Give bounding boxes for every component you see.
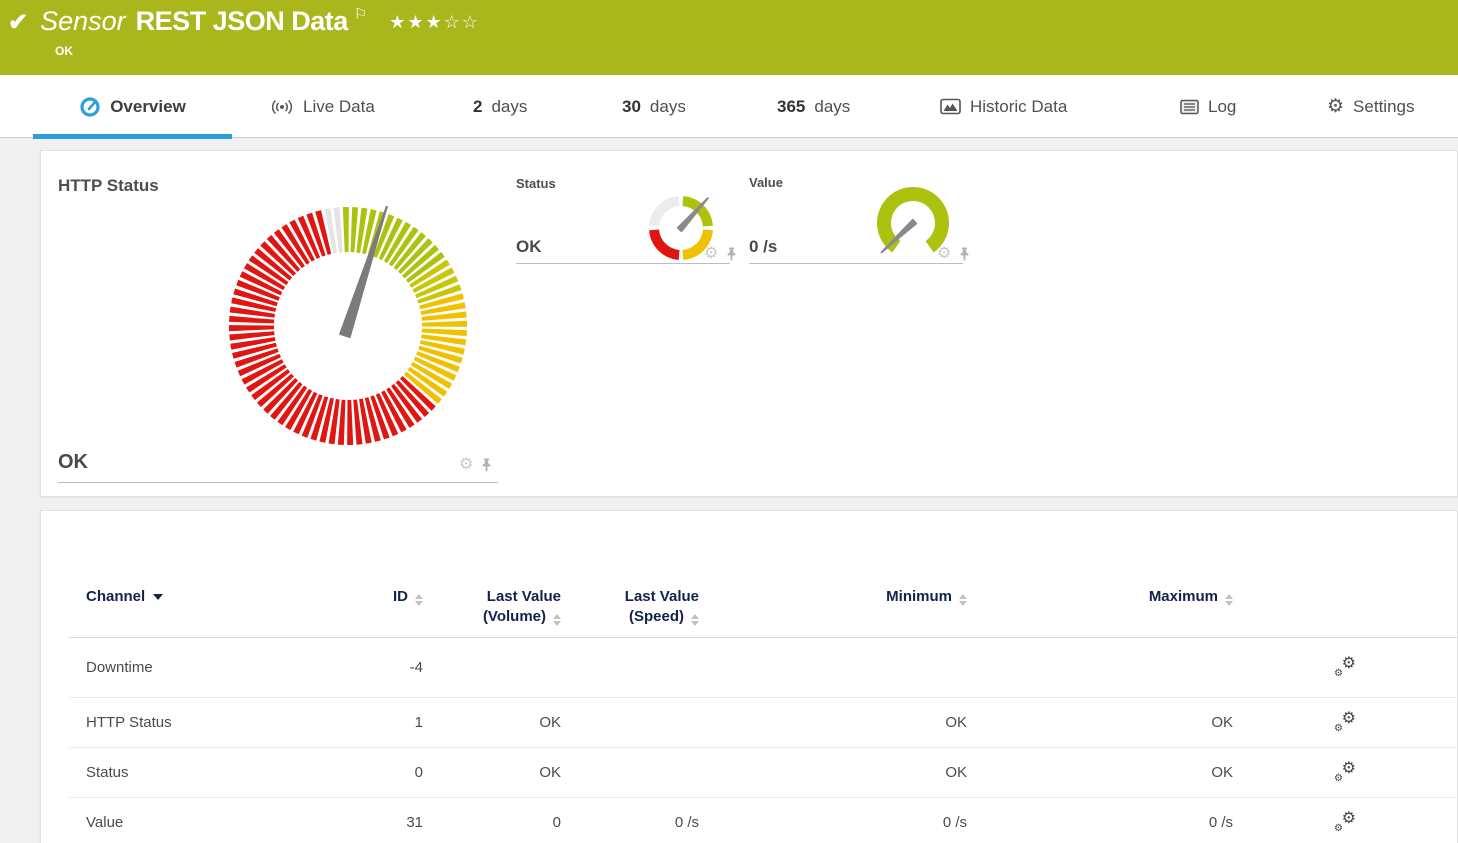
tab-historic-data-label: Historic Data xyxy=(970,96,1068,116)
channels-panel: Channel ID Last Value (Volume) Last Valu… xyxy=(40,510,1458,843)
sensor-header: ✔ Sensor REST JSON Data ⚐ ★★★☆☆ OK xyxy=(0,0,1458,75)
gear-icon: ⚙ xyxy=(1327,96,1345,117)
channel-settings-gears-icon[interactable]: ⚙ ⚙ xyxy=(1333,810,1357,834)
tab-overview[interactable]: Overview xyxy=(33,75,232,139)
column-header-last-value-volume[interactable]: Last Value (Volume) xyxy=(423,587,561,627)
table-row: Status 0 OK OK OK ⚙ ⚙ xyxy=(69,748,1457,798)
area-chart-icon xyxy=(940,98,961,115)
tab-historic-data[interactable]: Historic Data xyxy=(940,75,1067,138)
gear-icon[interactable]: ⚙ xyxy=(459,457,473,473)
status-title: Status xyxy=(516,176,556,191)
cell-last-volume: 0 xyxy=(552,814,561,831)
channel-settings-gears-icon[interactable]: ⚙ ⚙ xyxy=(1333,655,1357,679)
column-header-minimum[interactable]: Minimum xyxy=(699,587,967,607)
status-check-icon: ✔ xyxy=(8,9,29,36)
cell-id: 1 xyxy=(414,714,423,731)
cell-minimum: OK xyxy=(945,714,967,731)
channel-settings-gears-icon[interactable]: ⚙ ⚙ xyxy=(1333,760,1357,784)
cell-channel: HTTP Status xyxy=(86,714,172,731)
column-header-line1: Last Value xyxy=(486,588,561,605)
column-header-line1: Last Value xyxy=(624,588,699,605)
priority-stars[interactable]: ★★★☆☆ xyxy=(389,12,480,33)
tab-log-label: Log xyxy=(1208,96,1237,116)
tab-settings-label: Settings xyxy=(1353,96,1415,116)
column-header-id[interactable]: ID xyxy=(316,587,423,607)
column-header-channel[interactable]: Channel xyxy=(69,587,316,607)
http-status-gauge xyxy=(229,206,467,445)
sort-caret-icon[interactable] xyxy=(153,594,164,600)
cell-id: -4 xyxy=(409,659,423,676)
sensor-status-badge: OK xyxy=(55,44,73,58)
tab-30-days-number: 30 xyxy=(622,96,641,116)
cell-minimum: 0 /s xyxy=(942,814,967,831)
column-header-id-label: ID xyxy=(393,588,408,605)
cell-id: 0 xyxy=(414,764,423,781)
tab-2-days-unit: days xyxy=(491,96,528,116)
pin-icon[interactable] xyxy=(958,246,971,262)
cell-channel: Status xyxy=(86,764,129,781)
cell-last-volume: OK xyxy=(539,764,561,781)
sort-arrows-icon[interactable] xyxy=(553,614,561,626)
tab-settings[interactable]: ⚙ Settings xyxy=(1327,75,1414,138)
tab-2-days[interactable]: 2 days xyxy=(473,75,527,138)
tab-30-days-unit: days xyxy=(649,96,686,116)
column-header-maximum[interactable]: Maximum xyxy=(967,587,1233,607)
column-header-channel-label: Channel xyxy=(86,588,146,605)
cell-channel: Value xyxy=(86,814,124,831)
tab-30-days[interactable]: 30 days xyxy=(622,75,686,138)
http-status-title: HTTP Status xyxy=(58,176,159,195)
value-value: 0 /s xyxy=(749,237,778,256)
flag-icon[interactable]: ⚐ xyxy=(354,5,367,23)
cell-last-volume: OK xyxy=(539,714,561,731)
tab-365-days-unit: days xyxy=(814,96,851,116)
cell-maximum: OK xyxy=(1211,764,1233,781)
divider xyxy=(58,482,498,483)
sensor-title: REST JSON Data xyxy=(135,6,349,36)
tab-live-data-label: Live Data xyxy=(303,96,375,116)
status-value: OK xyxy=(516,237,542,256)
tab-bar: Overview Live Data 2 days 30 days 365 da… xyxy=(0,75,1458,139)
cell-id: 31 xyxy=(406,814,423,831)
sort-arrows-icon[interactable] xyxy=(1225,594,1233,606)
sort-arrows-icon[interactable] xyxy=(415,594,423,606)
sort-arrows-icon[interactable] xyxy=(959,594,967,606)
cell-maximum: OK xyxy=(1211,714,1233,731)
table-row: Downtime -4 ⚙ ⚙ xyxy=(69,638,1457,698)
tab-overview-label: Overview xyxy=(110,96,186,116)
gear-icon[interactable]: ⚙ xyxy=(704,246,718,262)
column-header-last-value-speed[interactable]: Last Value (Speed) xyxy=(561,587,699,627)
cell-last-speed: 0 /s xyxy=(674,814,699,831)
cell-channel: Downtime xyxy=(86,659,153,676)
pin-icon[interactable] xyxy=(725,246,738,262)
column-header-line2: (Volume) xyxy=(482,608,546,625)
http-status-value: OK xyxy=(58,451,88,473)
column-header-minimum-label: Minimum xyxy=(886,588,952,605)
value-title: Value xyxy=(749,175,783,190)
log-list-icon xyxy=(1180,99,1199,114)
pin-icon[interactable] xyxy=(480,457,493,473)
table-row: Value 31 0 0 /s 0 /s 0 /s ⚙ ⚙ xyxy=(69,798,1457,843)
table-row: HTTP Status 1 OK OK OK ⚙ ⚙ xyxy=(69,698,1457,748)
gauge-icon xyxy=(80,96,100,117)
divider xyxy=(749,263,963,264)
sort-arrows-icon[interactable] xyxy=(691,614,699,626)
divider xyxy=(516,263,730,264)
column-header-maximum-label: Maximum xyxy=(1148,588,1218,605)
gear-icon[interactable]: ⚙ xyxy=(937,246,951,262)
tab-2-days-number: 2 xyxy=(473,96,483,116)
column-header-line2: (Speed) xyxy=(628,608,684,625)
table-header-row: Channel ID Last Value (Volume) Last Valu… xyxy=(69,511,1457,638)
broadcast-icon xyxy=(271,99,293,114)
gauges-panel: HTTP Status OK ⚙ Status OK ⚙ Value 0 /s … xyxy=(40,150,1458,497)
cell-minimum: OK xyxy=(945,764,967,781)
channel-settings-gears-icon[interactable]: ⚙ ⚙ xyxy=(1333,710,1357,734)
tab-log[interactable]: Log xyxy=(1180,75,1236,138)
cell-maximum: 0 /s xyxy=(1208,814,1233,831)
tab-365-days-number: 365 xyxy=(777,96,806,116)
tab-live-data[interactable]: Live Data xyxy=(270,75,375,138)
object-kind-label: Sensor xyxy=(40,6,126,36)
tab-365-days[interactable]: 365 days xyxy=(777,75,850,138)
